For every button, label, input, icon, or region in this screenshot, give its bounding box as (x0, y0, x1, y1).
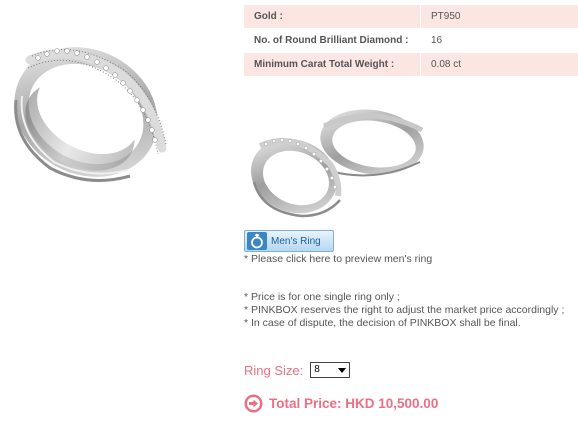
spec-value: 16 (420, 28, 578, 53)
arrow-right-circle-icon (244, 394, 263, 413)
spec-label: No. of Round Brilliant Diamond : (244, 28, 421, 53)
price-note-2: * PINKBOX reserves the right to adjust t… (244, 304, 565, 316)
ring-product-image (14, 47, 167, 182)
mens-ring-button[interactable]: Men's Ring (244, 230, 334, 252)
chevron-down-icon (338, 368, 347, 373)
ring-icon (247, 232, 267, 250)
couple-rings-image (251, 109, 424, 218)
spec-row-carat: Minimum Carat Total Weight : 0.08 ct (244, 52, 578, 76)
spec-value: 0.08 ct (420, 52, 578, 76)
total-price-row: Total Price: HKD 10,500.00 (244, 394, 438, 413)
mens-ring-button-label: Men's Ring (271, 235, 321, 247)
total-price: Total Price: HKD 10,500.00 (269, 396, 439, 411)
specs-table: Gold : PT950 No. of Round Brilliant Diam… (244, 5, 578, 76)
spec-label: Minimum Carat Total Weight : (244, 52, 421, 76)
price-note-1: * Price is for one single ring only ; (244, 291, 400, 303)
spec-value: PT950 (420, 5, 578, 29)
ring-size-select[interactable]: 8 (310, 362, 351, 378)
spec-row-diamonds: No. of Round Brilliant Diamond : 16 (244, 28, 578, 53)
ring-size-value: 8 (314, 364, 320, 375)
ring-size-row: Ring Size: 8 (244, 362, 351, 378)
spec-row-gold: Gold : PT950 (244, 5, 578, 29)
spec-label: Gold : (244, 5, 421, 29)
mens-ring-note: * Please click here to preview men's rin… (244, 253, 433, 265)
price-note-3: * In case of dispute, the decision of PI… (244, 317, 521, 329)
ring-size-label: Ring Size: (244, 362, 304, 378)
